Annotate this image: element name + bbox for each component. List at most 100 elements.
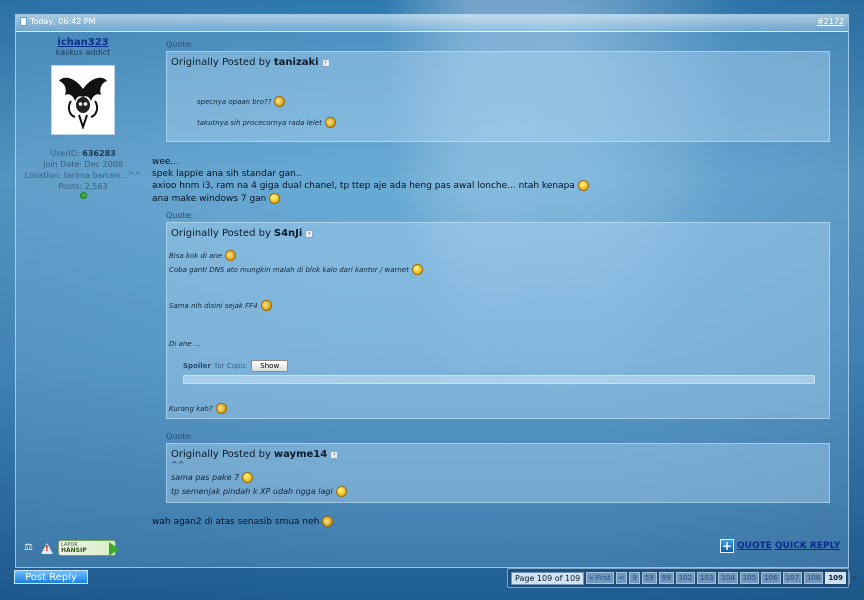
username-link[interactable]: ichan323: [16, 37, 150, 48]
spoiler-for: for Cupu:: [214, 362, 248, 370]
page-first-link[interactable]: « First: [586, 572, 614, 584]
quote-1-posted-by: Originally Posted by: [171, 57, 271, 68]
spoiler-content: [183, 375, 815, 384]
post-number-link[interactable]: #2172: [817, 17, 844, 26]
quote-3-line-3-text: tp semenjak pindah k XP udah ngga lagi: [171, 487, 333, 496]
quote-3-line-2-text: sama pas pake 7: [171, 473, 240, 482]
page-link[interactable]: 103: [697, 572, 717, 584]
quote-1-label: Quote:: [166, 40, 194, 49]
pagination: Page 109 of 109 « First < 9 59 99 102 10…: [507, 568, 857, 588]
smiley-icon: [577, 180, 589, 191]
quote-1-line-2: takutnya sih procecornya rada lelet: [197, 117, 336, 128]
quote-3-posted-by: Originally Posted by: [171, 449, 271, 460]
body-line-3-text: axioo hnm i3, ram na 4 giga dual chanel,…: [152, 180, 575, 191]
user-posts: Posts: 2,563: [58, 182, 108, 191]
quote-1-author: tanizaki: [273, 57, 319, 68]
page-link[interactable]: 9: [629, 572, 640, 584]
page-link[interactable]: 105: [739, 572, 760, 584]
user-title: kaskus addict: [55, 48, 111, 57]
body-line-5-text: wah agan2 di atas senasib smua neh: [152, 516, 320, 527]
quote-3-author: wayme14: [273, 449, 328, 460]
smiley-icon: [411, 264, 423, 275]
smiley-icon: [225, 250, 237, 261]
user-location: Location: tarima barcen...^^: [24, 171, 142, 180]
winged-skull-avatar-icon: [59, 77, 107, 129]
scale-icon[interactable]: ⚖: [24, 543, 36, 553]
smiley-icon: [215, 403, 227, 414]
user-info-column: ichan323 kaskus addict UserID: 636283 Jo…: [16, 33, 150, 199]
page-indicator: Page 109 of 109: [511, 571, 585, 585]
smiley-icon: [242, 472, 254, 483]
quote-3-header: Originally Posted by wayme14 ›: [171, 449, 339, 460]
quick-reply-link[interactable]: QUICK REPLY: [775, 541, 841, 551]
quote-1-line-2-text: takutnya sih procecornya rada lelet: [197, 118, 322, 127]
spoiler-show-button[interactable]: Show: [251, 360, 289, 372]
quote-2-line-5-text: Kurang kah?: [169, 404, 213, 413]
quote-2-line-2: Coba ganti DNS ato mungkin malah di blok…: [169, 264, 423, 275]
quote-3-box: Originally Posted by wayme14 › ^^ sama p…: [166, 443, 830, 503]
page-link[interactable]: 106: [761, 572, 781, 584]
smiley-icon: [274, 96, 286, 107]
user-join-date: Join Date: Dec 2008: [43, 160, 123, 169]
spoiler-header: Spoiler for Cupu: Show: [183, 360, 289, 372]
post-container: Today, 06:42 PM #2172 ichan323 kaskus ad…: [15, 14, 849, 568]
chevron-down-icon[interactable]: [847, 572, 857, 584]
quote-2-line-1-text: Bisa kok di ane: [169, 251, 223, 260]
spoiler-label: Spoiler: [183, 362, 211, 370]
body-line-4-text: ana make windows 7 gan: [152, 193, 267, 204]
body-line-4: ana make windows 7 gan: [152, 193, 281, 204]
post-document-icon: [20, 17, 27, 26]
page-link[interactable]: 102: [675, 572, 696, 584]
quote-2-box: Originally Posted by S4nJi › Bisa kok di…: [166, 222, 830, 419]
quote-2-line-5: Kurang kah?: [169, 403, 227, 414]
page-link[interactable]: 59: [641, 572, 657, 584]
post-date-text: Today, 06:42 PM: [30, 17, 96, 26]
user-id-label: UserID:: [50, 149, 80, 158]
plus-icon[interactable]: +: [720, 539, 734, 553]
body-line-3: axioo hnm i3, ram na 4 giga dual chanel,…: [152, 180, 589, 191]
quote-3-label: Quote:: [166, 432, 194, 441]
quote-2-line-4: Di ane ...: [169, 340, 201, 348]
smiley-icon: [324, 117, 336, 128]
online-status-icon: [79, 192, 87, 199]
quote-link[interactable]: QUOTE: [737, 541, 772, 551]
quote-1-line-1-text: specnya opaan bro??: [197, 97, 272, 106]
avatar[interactable]: [51, 65, 115, 135]
quote-1-line-1: specnya opaan bro??: [197, 96, 286, 107]
page-link[interactable]: 107: [782, 572, 802, 584]
quote-3-line-3: tp semenjak pindah k XP udah ngga lagi: [171, 486, 347, 497]
quote-1-header: Originally Posted by tanizaki ›: [171, 57, 330, 68]
quote-2-label: Quote:: [166, 211, 194, 220]
quote-3-line-2: sama pas pake 7: [171, 472, 254, 483]
quote-2-line-2-text: Coba ganti DNS ato mungkin malah di blok…: [169, 265, 409, 274]
reply-links: + QUOTE QUICK REPLY: [720, 539, 840, 553]
quote-2-line-1: Bisa kok di ane: [169, 250, 237, 261]
page-link[interactable]: 108: [803, 572, 824, 584]
quote-3-line-1: ^^: [171, 460, 185, 469]
post-action-icons: ⚖ LAPOR HANSIP: [24, 540, 119, 556]
quote-2-header: Originally Posted by S4nJi ›: [171, 228, 314, 239]
smiley-icon: [269, 193, 281, 204]
quote-2-posted-by: Originally Posted by: [171, 228, 271, 239]
user-id-value: 636283: [82, 149, 116, 158]
quote-2-author: S4nJi: [273, 228, 303, 239]
quote-1-box: Originally Posted by tanizaki › specnya …: [166, 51, 830, 142]
user-id-line: UserID: 636283: [16, 148, 150, 159]
view-post-icon[interactable]: ›: [305, 229, 314, 238]
hansip-label: HANSIP: [61, 547, 87, 554]
post-reply-button[interactable]: Post Reply: [14, 570, 88, 584]
smiley-icon: [260, 300, 272, 311]
quote-2-line-3: Sama nih disini sejak FF4: [169, 300, 272, 311]
body-line-1: wee...: [152, 157, 180, 167]
warning-icon[interactable]: [41, 542, 53, 554]
page-link[interactable]: 104: [718, 572, 738, 584]
lapor-hansip-button[interactable]: LAPOR HANSIP: [58, 540, 119, 556]
smiley-icon: [335, 486, 347, 497]
page-link[interactable]: <: [615, 572, 628, 584]
body-line-2: spek lappie ana sih standar gan..: [152, 169, 302, 179]
view-post-icon[interactable]: ›: [321, 58, 330, 67]
body-line-5: wah agan2 di atas senasib smua neh: [152, 516, 334, 527]
page-link[interactable]: 99: [658, 572, 674, 584]
user-stats: UserID: 636283 Join Date: Dec 2008 Locat…: [16, 148, 150, 199]
view-post-icon[interactable]: ›: [330, 450, 339, 459]
